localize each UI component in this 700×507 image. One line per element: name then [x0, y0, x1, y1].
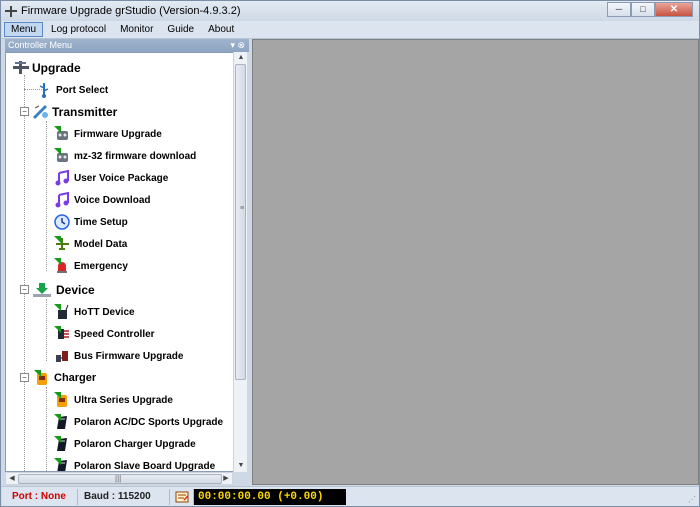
tree-node-charger[interactable]: Charger	[34, 369, 96, 387]
dropdown-icon[interactable]: ▾	[230, 39, 235, 52]
airplane-icon	[54, 236, 70, 252]
satellite-icon	[32, 104, 48, 120]
transmitter-icon	[54, 126, 70, 142]
clock-icon	[54, 214, 70, 230]
timer-display: 00:00:00.00 (+0.00)	[194, 488, 346, 505]
collapse-transmitter-toggle[interactable]: −	[20, 107, 29, 116]
tree-label: Voice Download	[74, 194, 151, 206]
menu-bar: Menu Log protocol Monitor Guide About	[2, 21, 699, 39]
music-note-icon	[54, 169, 70, 186]
menu-monitor[interactable]: Monitor	[114, 23, 159, 36]
tree-label: Charger	[54, 372, 97, 384]
title-bar[interactable]: Firmware Upgrade grStudio (Version-4.9.3…	[1, 1, 699, 21]
tree-node-polaron-charger-upgrade[interactable]: Polaron Charger Upgrade	[54, 435, 196, 453]
tree-line	[46, 121, 47, 271]
tree-label: HoTT Device	[74, 306, 135, 318]
scroll-thumb[interactable]: ≡	[235, 64, 246, 380]
transmitter-icon	[54, 148, 70, 164]
tree-node-time-setup[interactable]: Time Setup	[54, 213, 128, 231]
status-bar: Port : None Baud : 115200 00:00:00.00 (+…	[2, 486, 699, 506]
tree-node-device[interactable]: Device	[32, 281, 95, 299]
tree-line	[46, 387, 47, 471]
tree-node-mz32-firmware-download[interactable]: mz-32 firmware download	[54, 147, 196, 165]
menu-menu[interactable]: Menu	[4, 22, 44, 37]
tree-label: Upgrade	[32, 61, 81, 75]
controller-menu-header: Controller Menu ▾ ⊗	[5, 39, 249, 52]
close-button[interactable]: ✕	[655, 2, 693, 17]
tree-node-transmitter[interactable]: Transmitter	[32, 103, 117, 121]
tree-node-speed-controller[interactable]: Speed Controller	[54, 325, 155, 343]
scroll-down-icon[interactable]: ▼	[234, 460, 248, 472]
notepad-icon[interactable]	[170, 488, 194, 505]
receiver-icon	[54, 304, 70, 320]
tree-label: Firmware Upgrade	[74, 128, 162, 140]
charger-icon	[54, 392, 70, 408]
window-title: Firmware Upgrade grStudio (Version-4.9.3…	[21, 5, 241, 17]
app-window: Firmware Upgrade grStudio (Version-4.9.3…	[0, 0, 700, 507]
tree-label: Time Setup	[74, 216, 128, 228]
tree-label: Emergency	[74, 260, 128, 272]
menu-about[interactable]: About	[202, 23, 240, 36]
scroll-thumb[interactable]: |||	[18, 474, 222, 484]
tree-node-polaron-slave-board-upgrade[interactable]: Polaron Slave Board Upgrade	[54, 457, 216, 472]
tree-node-emergency[interactable]: Emergency	[54, 257, 128, 275]
tree-horizontal-scrollbar[interactable]: ◀ ||| ▶	[5, 472, 233, 485]
scroll-right-icon[interactable]: ▶	[220, 473, 232, 485]
collapse-device-toggle[interactable]: −	[20, 285, 29, 294]
tree-label: Polaron Charger Upgrade	[74, 438, 196, 450]
window-controls: ─ □ ✕	[607, 2, 693, 17]
scroll-left-icon[interactable]: ◀	[6, 473, 18, 485]
resize-grip-icon[interactable]: ⋰	[688, 495, 696, 504]
polaron-icon	[54, 414, 70, 430]
tree-label: Port Select	[56, 84, 109, 96]
polaron-icon	[54, 458, 70, 471]
menu-log-protocol[interactable]: Log protocol	[45, 23, 112, 36]
tree-label: Polaron AC/DC Sports Upgrade	[74, 416, 224, 428]
airplane-icon	[5, 5, 17, 17]
alarm-light-icon	[54, 258, 70, 274]
speed-controller-icon	[54, 326, 70, 342]
download-tray-icon	[32, 282, 52, 298]
tree-vertical-scrollbar[interactable]: ▲ ≡ ▼	[233, 52, 247, 472]
tree-node-bus-firmware-upgrade[interactable]: Bus Firmware Upgrade	[54, 347, 183, 365]
tree-node-polaron-acdc-sports-upgrade[interactable]: Polaron AC/DC Sports Upgrade	[54, 413, 223, 431]
usb-icon	[36, 82, 52, 98]
tree-label: Speed Controller	[74, 328, 155, 340]
tree-node-hott-device[interactable]: HoTT Device	[54, 303, 135, 321]
tree-line	[46, 299, 47, 361]
pin-icon[interactable]: ⊗	[237, 39, 245, 52]
polaron-icon	[54, 436, 70, 452]
baud-status: Baud : 115200	[78, 488, 170, 505]
tree-node-user-voice-package[interactable]: User Voice Package	[54, 169, 168, 187]
tree-label: Polaron Slave Board Upgrade	[74, 460, 216, 472]
tree-line	[24, 75, 25, 471]
tree-node-voice-download[interactable]: Voice Download	[54, 191, 151, 209]
panel-title: Controller Menu	[8, 40, 73, 50]
tree-node-firmware-upgrade[interactable]: Firmware Upgrade	[54, 125, 162, 143]
charger-icon	[34, 370, 50, 386]
tree-node-port-select[interactable]: Port Select	[36, 81, 108, 99]
bus-device-icon	[54, 348, 70, 364]
collapse-charger-toggle[interactable]: −	[20, 373, 29, 382]
tree-label: mz-32 firmware download	[74, 150, 197, 162]
tree-node-ultra-series-upgrade[interactable]: Ultra Series Upgrade	[54, 391, 173, 409]
tree-node-model-data[interactable]: Model Data	[54, 235, 127, 253]
port-status: Port : None	[2, 488, 78, 505]
scroll-up-icon[interactable]: ▲	[234, 52, 248, 64]
tree-label: Device	[56, 283, 95, 297]
main-content-area	[252, 39, 699, 485]
tree-node-upgrade[interactable]: Upgrade	[12, 59, 81, 77]
tree-label: User Voice Package	[74, 172, 169, 184]
maximize-button[interactable]: □	[631, 2, 655, 17]
controller-menu-tree: − − − Upgrade Port Select Transmitter Fi	[5, 52, 237, 472]
minimize-button[interactable]: ─	[607, 2, 631, 17]
tree-label: Bus Firmware Upgrade	[74, 350, 184, 362]
tree-label: Transmitter	[52, 105, 118, 119]
airplane-icon	[12, 60, 29, 76]
tree-label: Ultra Series Upgrade	[74, 394, 173, 406]
tree-label: Model Data	[74, 238, 128, 250]
music-note-icon	[54, 191, 70, 208]
menu-guide[interactable]: Guide	[161, 23, 200, 36]
